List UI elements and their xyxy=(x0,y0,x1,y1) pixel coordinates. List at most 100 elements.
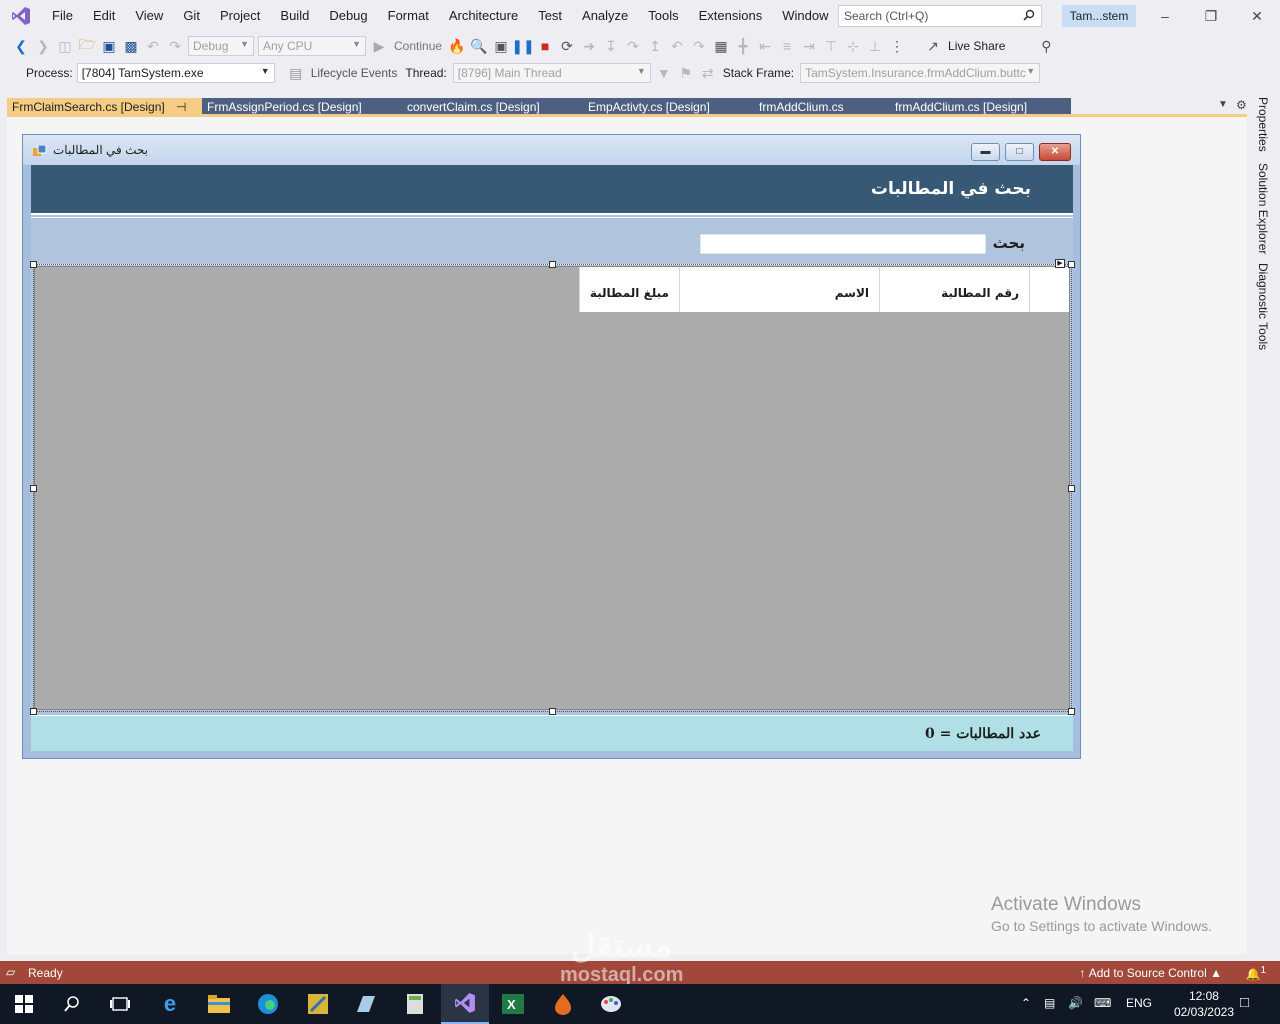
resize-handle[interactable] xyxy=(1068,708,1075,715)
calculator-icon[interactable] xyxy=(391,984,439,1024)
smart-tag-icon[interactable]: ▶ xyxy=(1055,259,1065,268)
configuration-dropdown[interactable]: Debug ▼ xyxy=(188,36,254,56)
file-explorer-icon[interactable] xyxy=(195,984,243,1024)
menu-git[interactable]: Git xyxy=(173,0,210,32)
menu-architecture[interactable]: Architecture xyxy=(439,0,528,32)
clock[interactable]: 12:08 02/03/2023 xyxy=(1174,988,1234,1020)
align-middle-icon[interactable]: ⊹ xyxy=(842,35,864,57)
search-taskbar-icon[interactable] xyxy=(48,984,96,1024)
redo-icon[interactable]: ↷ xyxy=(164,35,186,57)
network-icon[interactable]: ▤ xyxy=(1044,996,1055,1010)
find-icon[interactable]: 🔍 xyxy=(468,35,490,57)
resize-handle[interactable] xyxy=(549,261,556,268)
step-out-icon[interactable]: ↥ xyxy=(644,35,666,57)
grid-snap-icon[interactable]: ▦ xyxy=(710,35,732,57)
action-center-icon[interactable]: □ xyxy=(1240,994,1249,1011)
format-undo-icon[interactable]: ↶ xyxy=(666,35,688,57)
expand-callstack-icon[interactable]: ⇄ xyxy=(697,62,719,84)
show-hidden-icons-icon[interactable]: ⌃ xyxy=(1021,996,1031,1010)
resize-handle[interactable] xyxy=(1068,261,1075,268)
tab-settings-icon[interactable]: ⚙ xyxy=(1236,98,1247,112)
menu-debug[interactable]: Debug xyxy=(319,0,377,32)
form-close-icon[interactable]: ✕ xyxy=(1039,143,1071,161)
step-over-icon[interactable]: ↷ xyxy=(622,35,644,57)
form-minimize-icon[interactable]: ▬ xyxy=(971,143,1000,161)
break-all-icon[interactable]: ❚❚ xyxy=(511,35,534,57)
resize-handle[interactable] xyxy=(30,708,37,715)
restart-icon[interactable]: ⟳ xyxy=(556,35,578,57)
undo-icon[interactable]: ↶ xyxy=(142,35,164,57)
task-view-icon[interactable] xyxy=(96,984,144,1024)
footer-panel[interactable]: عدد المطالبات = 0 xyxy=(31,715,1073,751)
menu-extensions[interactable]: Extensions xyxy=(689,0,773,32)
claim-search-input[interactable] xyxy=(700,234,986,254)
menu-project[interactable]: Project xyxy=(210,0,270,32)
solution-name-badge[interactable]: Tam...stem xyxy=(1062,5,1136,27)
visual-studio-logo-icon[interactable] xyxy=(0,0,42,32)
continue-button[interactable]: Continue xyxy=(390,39,446,53)
format-redo-icon[interactable]: ↷ xyxy=(688,35,710,57)
search-panel[interactable]: بحث xyxy=(31,217,1073,265)
resize-handle[interactable] xyxy=(30,485,37,492)
minimize-icon[interactable]: – xyxy=(1142,0,1188,32)
menu-build[interactable]: Build xyxy=(270,0,319,32)
form-maximize-icon[interactable]: □ xyxy=(1005,143,1034,161)
tab-overflow-icon[interactable]: ▼ xyxy=(1218,99,1228,110)
menu-edit[interactable]: Edit xyxy=(83,0,125,32)
edge-icon[interactable] xyxy=(244,984,292,1024)
stop-debugging-icon[interactable]: ■ xyxy=(534,35,556,57)
paint-icon[interactable] xyxy=(587,984,635,1024)
platform-dropdown[interactable]: Any CPU ▼ xyxy=(258,36,366,56)
diagnostic-tools-dock-tab[interactable]: Diagnostic Tools xyxy=(1256,263,1270,350)
form-title-bar[interactable]: بحث في المطالبات ▬ □ ✕ xyxy=(23,135,1080,165)
screenshot-icon[interactable]: ▣ xyxy=(490,35,512,57)
lifecycle-events-icon[interactable]: ▤ xyxy=(285,62,307,84)
flag-icon[interactable]: ⚑ xyxy=(675,62,697,84)
live-share-icon[interactable]: ↗ xyxy=(922,35,944,57)
open-file-icon[interactable]: 🗁 xyxy=(76,35,98,57)
app-icon[interactable] xyxy=(294,984,342,1024)
navigate-back-icon[interactable]: ❮ xyxy=(10,35,32,57)
restore-icon[interactable]: ❐ xyxy=(1188,0,1234,32)
properties-dock-tab[interactable]: Properties xyxy=(1256,97,1270,152)
menu-window[interactable]: Window xyxy=(772,0,838,32)
notifications-icon[interactable]: 🔔1 xyxy=(1245,965,1266,981)
align-right-icon[interactable]: ⇥ xyxy=(798,35,820,57)
menu-analyze[interactable]: Analyze xyxy=(572,0,638,32)
save-icon[interactable]: ▣ xyxy=(98,35,120,57)
keyboard-icon[interactable]: ⌨ xyxy=(1094,996,1111,1010)
menu-view[interactable]: View xyxy=(125,0,173,32)
menu-tools[interactable]: Tools xyxy=(638,0,688,32)
process-dropdown[interactable]: [7804] TamSystem.exe ▼ xyxy=(76,63,275,83)
resize-handle[interactable] xyxy=(30,261,37,268)
lifecycle-events-button[interactable]: Lifecycle Events xyxy=(307,66,402,80)
hot-reload-icon[interactable]: 🔥 xyxy=(446,35,468,57)
align-to-grid-icon[interactable]: ╋ xyxy=(732,35,754,57)
thread-dropdown[interactable]: [8796] Main Thread ▼ xyxy=(452,63,651,83)
start-icon[interactable] xyxy=(0,984,48,1024)
menu-file[interactable]: File xyxy=(42,0,83,32)
align-top-icon[interactable]: ⊤ xyxy=(820,35,842,57)
align-left-icon[interactable]: ⇤ xyxy=(754,35,776,57)
menu-format[interactable]: Format xyxy=(378,0,439,32)
resize-handle[interactable] xyxy=(1068,485,1075,492)
save-all-icon[interactable]: ▩ xyxy=(120,35,142,57)
align-center-icon[interactable]: ≡ xyxy=(776,35,798,57)
app-icon[interactable] xyxy=(342,984,390,1024)
internet-explorer-icon[interactable]: e xyxy=(146,984,194,1024)
pin-icon[interactable]: ⊣ xyxy=(173,100,186,114)
solution-explorer-dock-tab[interactable]: Solution Explorer xyxy=(1256,163,1270,254)
step-into-icon[interactable]: ↧ xyxy=(600,35,622,57)
visual-studio-taskbar-icon[interactable] xyxy=(441,984,489,1024)
live-share-button[interactable]: Live Share xyxy=(944,39,1009,53)
menu-test[interactable]: Test xyxy=(528,0,572,32)
stack-frame-dropdown[interactable]: TamSystem.Insurance.frmAddClium.buttc ▼ xyxy=(800,63,1041,83)
new-project-icon[interactable]: ◫ xyxy=(54,35,76,57)
volume-icon[interactable]: 🔊 xyxy=(1068,996,1083,1010)
continue-icon[interactable]: ▶ xyxy=(368,35,390,57)
header-panel[interactable]: بحث في المطالبات xyxy=(31,165,1073,215)
filter-icon[interactable]: ▼ xyxy=(653,62,675,84)
more-tools-icon[interactable]: ⋮ xyxy=(886,35,908,57)
show-next-statement-icon[interactable]: ➜ xyxy=(578,35,600,57)
add-to-source-control-button[interactable]: ↑ Add to Source Control ▲ xyxy=(1079,966,1222,980)
